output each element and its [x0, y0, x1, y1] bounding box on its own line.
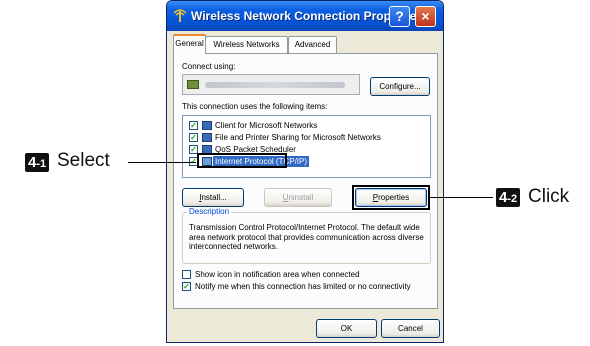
select-highlight-box — [197, 153, 287, 168]
step-4-1-badge: 4-1 — [25, 153, 50, 172]
title-bar[interactable]: Wireless Network Connection Properties ?… — [167, 1, 443, 31]
step-4-2-text: Click — [528, 186, 570, 207]
step-4-2-pointer-line — [429, 197, 493, 198]
connect-using-label: Connect using: — [182, 62, 236, 71]
network-connection-icon — [173, 9, 187, 22]
step-4-1-pointer-line — [128, 162, 196, 163]
uninstall-button: Uninstall — [264, 188, 332, 207]
items-list[interactable]: ✓ Client for Microsoft Networks ✓ File a… — [182, 115, 431, 178]
wireless-adapter-icon — [187, 80, 199, 89]
configure-button[interactable]: Configure... — [370, 77, 430, 96]
network-client-icon — [202, 121, 212, 130]
tab-general[interactable]: General — [173, 34, 206, 54]
show-icon-checkbox-row[interactable]: Show icon in notification area when conn… — [182, 270, 432, 281]
adapter-name-field — [182, 74, 360, 95]
cancel-button[interactable]: Cancel — [381, 319, 440, 338]
description-legend: Description — [187, 207, 232, 216]
step-4-1-text: Select — [57, 150, 110, 171]
notify-checkbox-row[interactable]: ✓ Notify me when this connection has lim… — [182, 282, 437, 293]
tab-advanced[interactable]: Advanced — [288, 36, 337, 53]
blurred-adapter-name — [205, 82, 345, 88]
show-icon-label: Show icon in notification area when conn… — [195, 270, 360, 279]
description-text: Transmission Control Protocol/Internet P… — [189, 223, 424, 251]
close-button[interactable]: × — [415, 6, 436, 27]
item-checkbox[interactable]: ✓ — [189, 121, 198, 130]
properties-dialog: Wireless Network Connection Properties ?… — [166, 0, 444, 343]
notify-checkbox[interactable]: ✓ — [182, 282, 191, 291]
ok-button[interactable]: OK — [316, 319, 377, 338]
step-4-2-badge: 4-2 — [496, 188, 521, 207]
list-item[interactable]: ✓ Client for Microsoft Networks — [183, 120, 430, 131]
tab-wireless-networks[interactable]: Wireless Networks — [205, 36, 288, 53]
help-button[interactable]: ? — [389, 6, 410, 27]
show-icon-checkbox[interactable] — [182, 270, 191, 279]
click-highlight-box — [352, 185, 430, 210]
install-button[interactable]: Install... — [182, 188, 244, 207]
items-label: This connection uses the following items… — [182, 102, 328, 111]
item-label: Client for Microsoft Networks — [215, 121, 318, 130]
item-checkbox[interactable]: ✓ — [189, 133, 198, 142]
item-label: File and Printer Sharing for Microsoft N… — [215, 133, 381, 142]
notify-label: Notify me when this connection has limit… — [195, 282, 411, 291]
file-printer-sharing-icon — [202, 133, 212, 142]
list-item[interactable]: ✓ File and Printer Sharing for Microsoft… — [183, 132, 430, 143]
